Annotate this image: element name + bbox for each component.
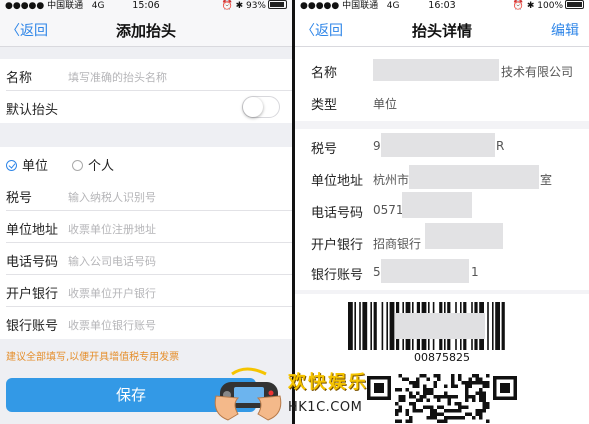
type-personal-label: 个人 bbox=[88, 159, 115, 174]
detail-label: 电话号码 bbox=[311, 206, 364, 221]
default-header-toggle[interactable] bbox=[242, 96, 280, 118]
field-label: 单位地址 bbox=[6, 223, 59, 238]
page-title: 抬头详情 bbox=[411, 22, 472, 40]
qr-code-image bbox=[367, 374, 517, 423]
detail-value: 杭州市 bbox=[373, 173, 410, 187]
bluetooth-icon: ✱ bbox=[235, 1, 244, 11]
account-input[interactable]: 收票单位银行账号 bbox=[68, 317, 156, 333]
edit-button[interactable]: 编辑 bbox=[551, 20, 579, 40]
name-label: 名称 bbox=[6, 71, 33, 86]
detail-value-suffix: R bbox=[496, 139, 505, 153]
detail-label: 银行账号 bbox=[311, 268, 364, 283]
watermark-url: HK1C.COM bbox=[288, 400, 363, 415]
detail-row-bank: 开户银行 招商银行 bbox=[295, 223, 589, 259]
watermark-title: 欢快娱乐 bbox=[288, 372, 368, 393]
alarm-icon: ⏰ bbox=[221, 1, 233, 11]
detail-label: 开户银行 bbox=[311, 238, 364, 253]
address-input[interactable]: 收票单位注册地址 bbox=[68, 221, 156, 237]
detail-row-address: 单位地址 杭州市 室 bbox=[295, 162, 589, 195]
header-details-screen: ●●●●● 中国联通 4G 16:03 ⏰ ✱ 100% 〈返回 抬头详情 编辑… bbox=[295, 0, 589, 424]
name-row[interactable]: 名称 填写准确的抬头名称 bbox=[0, 59, 292, 91]
radio-empty-icon bbox=[72, 160, 83, 171]
radio-check-icon bbox=[6, 160, 17, 171]
nav-bar: 〈返回 添加抬头 bbox=[0, 12, 292, 47]
detail-value: 招商银行 bbox=[373, 237, 422, 251]
status-bar: ●●●●● 中国联通 4G 16:03 ⏰ ✱ 100% bbox=[295, 0, 589, 12]
phone-input[interactable]: 输入公司电话号码 bbox=[68, 253, 156, 269]
detail-value: 0571 bbox=[373, 203, 404, 217]
toggle-knob bbox=[243, 97, 263, 117]
tax-id-input[interactable]: 输入纳税人识别号 bbox=[68, 189, 156, 205]
detail-value: 5 bbox=[373, 265, 381, 279]
detail-value: 单位 bbox=[373, 97, 398, 111]
section-gap bbox=[295, 290, 589, 294]
add-header-screen: ●●●●● 中国联通 4G 15:06 ⏰ ✱ 93% 〈返回 添加抬头 名称 … bbox=[0, 0, 292, 424]
bank-input[interactable]: 收票单位开户银行 bbox=[68, 285, 156, 301]
detail-value: 9 bbox=[373, 139, 381, 153]
bluetooth-icon: ✱ bbox=[526, 1, 535, 11]
section-gap bbox=[295, 121, 589, 129]
type-company-label: 单位 bbox=[22, 159, 49, 174]
default-header-label: 默认抬头 bbox=[6, 103, 59, 118]
redaction-block bbox=[409, 165, 539, 189]
detail-label: 税号 bbox=[311, 142, 338, 157]
detail-label: 单位地址 bbox=[311, 174, 364, 189]
status-bar: ●●●●● 中国联通 4G 15:06 ⏰ ✱ 93% bbox=[0, 0, 292, 12]
battery-icon bbox=[565, 0, 584, 9]
type-company-radio[interactable]: 单位 bbox=[6, 155, 48, 174]
detail-row-account: 银行账号 5 1 bbox=[295, 256, 589, 289]
basic-info-group: 名称 填写准确的抬头名称 默认抬头 bbox=[0, 59, 292, 123]
phone-row[interactable]: 电话号码 输入公司电话号码 bbox=[0, 243, 292, 275]
detail-row-type: 类型 单位 bbox=[295, 86, 589, 119]
name-input[interactable]: 填写准确的抬头名称 bbox=[68, 69, 167, 85]
watermark-logo: 欢快娱乐 HK1C.COM bbox=[212, 366, 387, 424]
detail-row-tax-id: 税号 9 R bbox=[295, 130, 589, 163]
address-row[interactable]: 单位地址 收票单位注册地址 bbox=[0, 211, 292, 243]
redaction-block bbox=[425, 223, 503, 249]
redaction-block bbox=[381, 133, 495, 157]
battery-icon bbox=[268, 0, 287, 9]
battery-fill bbox=[270, 2, 284, 7]
gamepad-hands-icon bbox=[214, 367, 282, 421]
redaction-block bbox=[373, 59, 499, 81]
battery-percent: 93% bbox=[245, 1, 266, 11]
detail-label: 名称 bbox=[311, 66, 338, 81]
field-label: 电话号码 bbox=[6, 255, 59, 270]
detail-label: 类型 bbox=[311, 98, 338, 113]
detail-row-name: 名称 技术有限公司 bbox=[295, 54, 589, 87]
field-label: 开户银行 bbox=[6, 287, 59, 302]
battery-fill bbox=[567, 2, 582, 7]
type-personal-radio[interactable]: 个人 bbox=[72, 155, 114, 174]
detail-value-suffix: 1 bbox=[471, 265, 479, 279]
field-label: 税号 bbox=[6, 191, 33, 206]
field-label: 银行账号 bbox=[6, 319, 59, 334]
detail-value-suffix: 室 bbox=[540, 173, 553, 187]
detail-value: 技术有限公司 bbox=[501, 65, 574, 79]
barcode-number: 00875825 bbox=[414, 351, 470, 364]
nav-bar: 〈返回 抬头详情 编辑 bbox=[295, 12, 589, 47]
battery-percent: 100% bbox=[537, 1, 563, 11]
redaction-block bbox=[402, 192, 472, 218]
default-header-row: 默认抬头 bbox=[0, 91, 292, 123]
bank-row[interactable]: 开户银行 收票单位开户银行 bbox=[0, 275, 292, 307]
type-selector: 单位 个人 bbox=[0, 147, 292, 179]
redaction-block bbox=[381, 259, 469, 283]
hint-text: 建议全部填写,以便开具增值税专用发票 bbox=[6, 352, 180, 363]
account-row[interactable]: 银行账号 收票单位银行账号 bbox=[0, 307, 292, 339]
tax-details-group: 税号 输入纳税人识别号 单位地址 收票单位注册地址 电话号码 输入公司电话号码 … bbox=[0, 179, 292, 339]
tax-id-row[interactable]: 税号 输入纳税人识别号 bbox=[0, 179, 292, 211]
alarm-icon: ⏰ bbox=[512, 1, 524, 11]
redaction-block bbox=[395, 313, 485, 339]
page-title: 添加抬头 bbox=[115, 22, 176, 40]
